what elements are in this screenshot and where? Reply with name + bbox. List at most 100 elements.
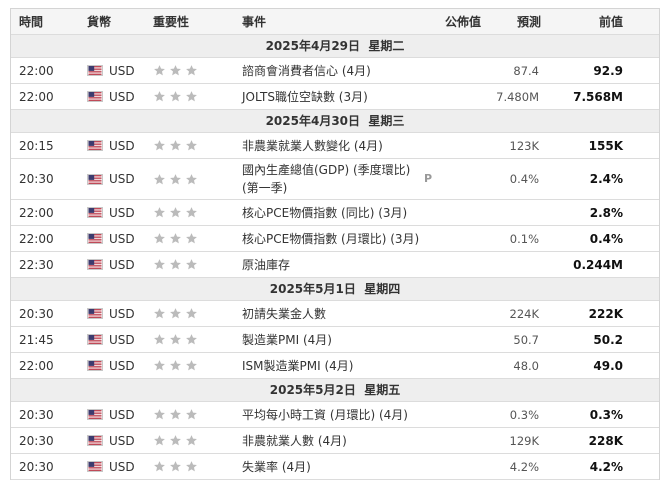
event-name-cell[interactable]: 原油庫存 bbox=[242, 252, 432, 277]
event-previous: 92.9 bbox=[593, 63, 623, 78]
event-currency: USD bbox=[87, 454, 135, 479]
table-row[interactable]: 20:30 USD 非農就業人數 (4月) 129K 228K bbox=[11, 428, 659, 454]
event-currency: USD bbox=[87, 353, 135, 378]
star-icon bbox=[154, 409, 165, 420]
currency-code: USD bbox=[109, 257, 135, 272]
event-name[interactable]: 初請失業金人數 bbox=[242, 305, 326, 323]
event-name-cell[interactable]: 製造業PMI (4月) bbox=[242, 327, 432, 352]
event-name-cell[interactable]: 國內生產總值(GDP) (季度環比) (第一季) P bbox=[242, 159, 432, 199]
currency-code: USD bbox=[109, 459, 135, 474]
event-name[interactable]: ISM製造業PMI (4月) bbox=[242, 357, 353, 375]
table-row[interactable]: 22:00 USD 諮商會消費者信心 (4月) 87.4 92.9 bbox=[11, 58, 659, 84]
event-previous: 155K bbox=[588, 138, 623, 153]
star-icon bbox=[186, 91, 197, 102]
star-icon bbox=[186, 461, 197, 472]
event-currency: USD bbox=[87, 133, 135, 158]
event-name[interactable]: 失業率 (4月) bbox=[242, 458, 311, 476]
event-currency: USD bbox=[87, 327, 135, 352]
star-icon bbox=[154, 334, 165, 345]
event-name[interactable]: 非農就業人數 (4月) bbox=[242, 432, 347, 450]
event-name-cell[interactable]: 非農業就業人數變化 (4月) bbox=[242, 133, 432, 158]
star-icon bbox=[170, 173, 181, 184]
header-currency[interactable]: 貨幣 bbox=[87, 9, 111, 34]
event-forecast: 123K bbox=[509, 138, 540, 153]
header-forecast[interactable]: 預測 bbox=[517, 9, 541, 34]
importance-stars bbox=[153, 200, 198, 225]
importance-stars bbox=[153, 454, 198, 479]
event-previous: 2.8% bbox=[589, 205, 623, 220]
event-name-cell[interactable]: 平均每小時工資 (月環比) (4月) bbox=[242, 402, 432, 427]
importance-stars bbox=[153, 58, 198, 83]
header-actual[interactable]: 公佈值 bbox=[445, 9, 481, 34]
table-row[interactable]: 20:30 USD 國內生產總值(GDP) (季度環比) (第一季) P 0.4% 2.4… bbox=[11, 159, 659, 200]
star-icon bbox=[170, 435, 181, 446]
event-previous: 50.2 bbox=[593, 332, 623, 347]
event-forecast: 224K bbox=[509, 306, 540, 321]
event-forecast: 48.0 bbox=[513, 358, 539, 373]
event-time: 20:30 bbox=[19, 306, 54, 321]
event-name[interactable]: JOLTS職位空缺數 (3月) bbox=[242, 88, 368, 106]
event-name-cell[interactable]: 失業率 (4月) bbox=[242, 454, 432, 479]
event-time: 22:00 bbox=[19, 231, 54, 246]
event-name-cell[interactable]: JOLTS職位空缺數 (3月) bbox=[242, 84, 432, 109]
event-time: 22:00 bbox=[19, 89, 54, 104]
event-name[interactable]: 平均每小時工資 (月環比) (4月) bbox=[242, 406, 408, 424]
event-time: 22:30 bbox=[19, 257, 54, 272]
importance-stars bbox=[153, 159, 198, 199]
event-name-cell[interactable]: 核心PCE物價指數 (月環比) (3月) bbox=[242, 226, 432, 251]
event-name-cell[interactable]: 初請失業金人數 bbox=[242, 301, 432, 326]
importance-stars bbox=[153, 252, 198, 277]
star-icon bbox=[186, 435, 197, 446]
event-currency: USD bbox=[87, 428, 135, 453]
us-flag-icon bbox=[87, 360, 103, 371]
event-currency: USD bbox=[87, 200, 135, 225]
table-row[interactable]: 22:00 USD 核心PCE物價指數 (同比) (3月) 2.8% bbox=[11, 200, 659, 226]
star-icon bbox=[170, 207, 181, 218]
table-row[interactable]: 20:15 USD 非農業就業人數變化 (4月) 123K 155K bbox=[11, 133, 659, 159]
event-name-cell[interactable]: 諮商會消費者信心 (4月) bbox=[242, 58, 432, 83]
date-label: 2025年5月2日 bbox=[269, 383, 356, 397]
event-name[interactable]: 製造業PMI (4月) bbox=[242, 331, 332, 349]
event-name[interactable]: 諮商會消費者信心 (4月) bbox=[242, 62, 371, 80]
table-row[interactable]: 20:30 USD 失業率 (4月) 4.2% 4.2% bbox=[11, 454, 659, 480]
star-icon bbox=[154, 207, 165, 218]
event-previous: 228K bbox=[588, 433, 623, 448]
event-name-cell[interactable]: ISM製造業PMI (4月) bbox=[242, 353, 432, 378]
currency-code: USD bbox=[109, 407, 135, 422]
header-previous[interactable]: 前值 bbox=[599, 9, 623, 34]
event-name[interactable]: 核心PCE物價指數 (月環比) (3月) bbox=[242, 230, 419, 248]
star-icon bbox=[170, 360, 181, 371]
importance-stars bbox=[153, 133, 198, 158]
us-flag-icon bbox=[87, 65, 103, 76]
table-row[interactable]: 22:00 USD ISM製造業PMI (4月) 48.0 49.0 bbox=[11, 353, 659, 379]
event-name[interactable]: 國內生產總值(GDP) (季度環比) (第一季) bbox=[242, 161, 420, 197]
event-name[interactable]: 非農業就業人數變化 (4月) bbox=[242, 137, 383, 155]
currency-code: USD bbox=[109, 172, 135, 186]
weekday-label: 星期四 bbox=[364, 282, 401, 296]
table-row[interactable]: 20:30 USD 平均每小時工資 (月環比) (4月) 0.3% 0.3% bbox=[11, 402, 659, 428]
star-icon bbox=[170, 140, 181, 151]
table-row[interactable]: 22:30 USD 原油庫存 0.244M bbox=[11, 252, 659, 278]
header-time[interactable]: 時間 bbox=[19, 9, 43, 34]
event-name-cell[interactable]: 非農就業人數 (4月) bbox=[242, 428, 432, 453]
star-icon bbox=[154, 233, 165, 244]
currency-code: USD bbox=[109, 433, 135, 448]
event-forecast: 7.480M bbox=[496, 89, 539, 104]
table-row[interactable]: 22:00 USD JOLTS職位空缺數 (3月) 7.480M 7.568M bbox=[11, 84, 659, 110]
event-name[interactable]: 原油庫存 bbox=[242, 256, 290, 274]
table-row[interactable]: 21:45 USD 製造業PMI (4月) 50.7 50.2 bbox=[11, 327, 659, 353]
event-name[interactable]: 核心PCE物價指數 (同比) (3月) bbox=[242, 204, 407, 222]
event-name-cell[interactable]: 核心PCE物價指數 (同比) (3月) bbox=[242, 200, 432, 225]
header-event[interactable]: 事件 bbox=[242, 9, 432, 34]
star-icon bbox=[186, 233, 197, 244]
star-icon bbox=[154, 91, 165, 102]
star-icon bbox=[186, 259, 197, 270]
importance-stars bbox=[153, 327, 198, 352]
table-row[interactable]: 22:00 USD 核心PCE物價指數 (月環比) (3月) 0.1% 0.4% bbox=[11, 226, 659, 252]
table-row[interactable]: 20:30 USD 初請失業金人數 224K 222K bbox=[11, 301, 659, 327]
event-previous: 222K bbox=[588, 306, 623, 321]
event-forecast: 4.2% bbox=[509, 459, 539, 474]
star-icon bbox=[170, 409, 181, 420]
table-header: 時間 貨幣 重要性 事件 公佈值 預測 前值 bbox=[11, 9, 659, 35]
header-importance[interactable]: 重要性 bbox=[153, 9, 189, 34]
